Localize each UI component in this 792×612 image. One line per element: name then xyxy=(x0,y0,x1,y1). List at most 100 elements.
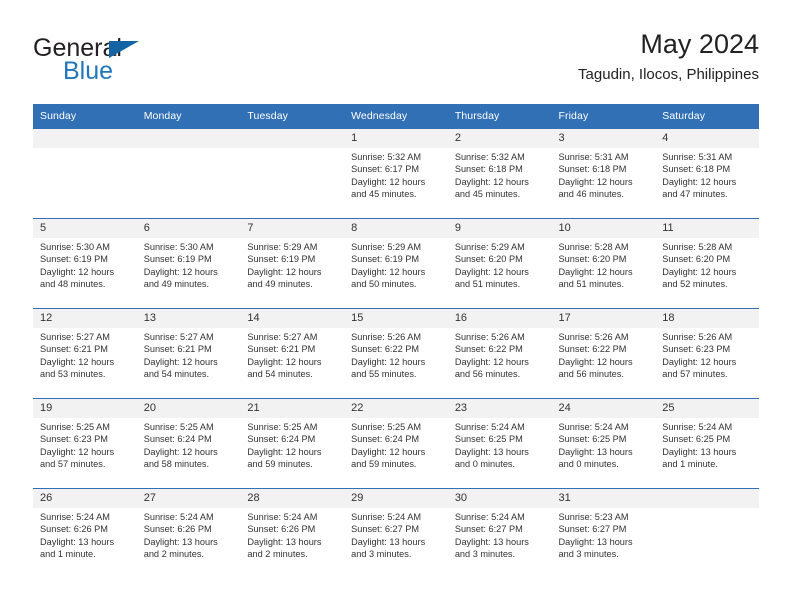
daylight-text-line2: and 58 minutes. xyxy=(143,458,210,469)
daylight-text-line1: Daylight: 12 hours xyxy=(558,266,633,277)
day-details: Sunrise: 5:29 AM Sunset: 6:19 PM Dayligh… xyxy=(240,238,344,290)
general-blue-logo[interactable]: General Blue xyxy=(33,34,293,92)
page-header: General Blue May 2024 Tagudin, Ilocos, P… xyxy=(33,28,759,100)
calendar-day-cell[interactable]: 21 Sunrise: 5:25 AM Sunset: 6:24 PM Dayl… xyxy=(240,398,345,489)
daylight-text-line1: Daylight: 12 hours xyxy=(351,266,426,277)
daylight-text-line1: Daylight: 13 hours xyxy=(558,536,633,547)
calendar-day-cell[interactable]: 8 Sunrise: 5:29 AM Sunset: 6:19 PM Dayli… xyxy=(344,218,448,309)
sunrise-text: Sunrise: 5:26 AM xyxy=(558,332,629,342)
calendar-day-cell[interactable]: 17 Sunrise: 5:26 AM Sunset: 6:22 PM Dayl… xyxy=(551,308,656,399)
day-number: 28 xyxy=(240,489,345,508)
sunset-text: Sunset: 6:18 PM xyxy=(558,164,627,175)
daylight-text-line1: Daylight: 12 hours xyxy=(454,176,529,187)
sunrise-text: Sunrise: 5:26 AM xyxy=(454,332,525,342)
calendar-day-cell[interactable]: 14 Sunrise: 5:27 AM Sunset: 6:21 PM Dayl… xyxy=(240,308,345,399)
calendar-day-cell[interactable] xyxy=(33,128,137,219)
sunrise-text: Sunrise: 5:31 AM xyxy=(558,152,629,162)
calendar-day-cell[interactable]: 23 Sunrise: 5:24 AM Sunset: 6:25 PM Dayl… xyxy=(447,398,552,489)
calendar-day-cell[interactable]: 2 Sunrise: 5:32 AM Sunset: 6:18 PM Dayli… xyxy=(447,128,552,219)
calendar-day-cell[interactable]: 3 Sunrise: 5:31 AM Sunset: 6:18 PM Dayli… xyxy=(551,128,656,219)
calendar-day-cell[interactable]: 24 Sunrise: 5:24 AM Sunset: 6:25 PM Dayl… xyxy=(551,398,656,489)
calendar-day-cell[interactable] xyxy=(655,488,759,578)
logo-text-blue: Blue xyxy=(63,57,114,85)
day-number: 12 xyxy=(33,309,137,328)
day-number: 13 xyxy=(136,309,241,328)
day-details: Sunrise: 5:28 AM Sunset: 6:20 PM Dayligh… xyxy=(552,238,656,290)
day-number: 19 xyxy=(33,399,137,418)
calendar-day-cell[interactable]: 6 Sunrise: 5:30 AM Sunset: 6:19 PM Dayli… xyxy=(136,218,241,309)
daylight-text-line1: Daylight: 13 hours xyxy=(40,536,115,547)
daylight-text-line1: Daylight: 12 hours xyxy=(351,356,426,367)
calendar-day-cell[interactable]: 28 Sunrise: 5:24 AM Sunset: 6:26 PM Dayl… xyxy=(240,488,345,578)
sunrise-text: Sunrise: 5:24 AM xyxy=(662,422,733,432)
calendar-day-cell[interactable]: 29 Sunrise: 5:24 AM Sunset: 6:27 PM Dayl… xyxy=(344,488,448,578)
calendar-day-cell[interactable]: 4 Sunrise: 5:31 AM Sunset: 6:18 PM Dayli… xyxy=(655,128,759,219)
day-details: Sunrise: 5:25 AM Sunset: 6:24 PM Dayligh… xyxy=(240,418,344,470)
daylight-text-line2: and 3 minutes. xyxy=(454,548,516,559)
daylight-text-line1: Daylight: 12 hours xyxy=(558,176,633,187)
sunrise-text: Sunrise: 5:24 AM xyxy=(40,512,110,522)
calendar-day-cell[interactable]: 19 Sunrise: 5:25 AM Sunset: 6:23 PM Dayl… xyxy=(33,398,137,489)
calendar-day-cell[interactable]: 22 Sunrise: 5:25 AM Sunset: 6:24 PM Dayl… xyxy=(344,398,448,489)
day-details: Sunrise: 5:30 AM Sunset: 6:19 PM Dayligh… xyxy=(137,238,241,290)
day-number: 1 xyxy=(344,129,448,148)
daylight-text-line1: Daylight: 12 hours xyxy=(247,266,322,277)
calendar-day-cell[interactable]: 15 Sunrise: 5:26 AM Sunset: 6:22 PM Dayl… xyxy=(344,308,448,399)
sunset-text: Sunset: 6:27 PM xyxy=(454,524,523,535)
sunset-text: Sunset: 6:25 PM xyxy=(454,434,523,445)
day-number: 26 xyxy=(33,489,137,508)
calendar-day-cell[interactable]: 9 Sunrise: 5:29 AM Sunset: 6:20 PM Dayli… xyxy=(447,218,552,309)
sunrise-text: Sunrise: 5:25 AM xyxy=(247,422,318,432)
daylight-text-line1: Daylight: 12 hours xyxy=(662,176,737,187)
calendar-week-row: 1 Sunrise: 5:32 AM Sunset: 6:17 PM Dayli… xyxy=(33,128,759,219)
calendar-page: General Blue May 2024 Tagudin, Ilocos, P… xyxy=(0,0,792,612)
daylight-text-line2: and 52 minutes. xyxy=(662,278,728,289)
calendar-day-cell[interactable]: 31 Sunrise: 5:23 AM Sunset: 6:27 PM Dayl… xyxy=(551,488,656,578)
calendar-day-cell[interactable]: 11 Sunrise: 5:28 AM Sunset: 6:20 PM Dayl… xyxy=(655,218,759,309)
sunrise-sunset-calendar: Sunday Monday Tuesday Wednesday Thursday… xyxy=(33,104,759,578)
calendar-day-cell[interactable]: 12 Sunrise: 5:27 AM Sunset: 6:21 PM Dayl… xyxy=(33,308,137,399)
day-number: 7 xyxy=(240,219,345,238)
daylight-text-line2: and 53 minutes. xyxy=(40,368,106,379)
calendar-day-cell[interactable]: 27 Sunrise: 5:24 AM Sunset: 6:26 PM Dayl… xyxy=(136,488,241,578)
day-number: 29 xyxy=(344,489,448,508)
day-number: 27 xyxy=(136,489,241,508)
sunset-text: Sunset: 6:21 PM xyxy=(40,344,108,355)
day-number xyxy=(136,129,241,148)
day-number xyxy=(33,129,137,148)
calendar-body: 1 Sunrise: 5:32 AM Sunset: 6:17 PM Dayli… xyxy=(33,128,759,578)
day-details xyxy=(33,148,137,151)
day-details: Sunrise: 5:26 AM Sunset: 6:22 PM Dayligh… xyxy=(552,328,656,380)
day-number: 2 xyxy=(447,129,552,148)
calendar-day-cell[interactable]: 20 Sunrise: 5:25 AM Sunset: 6:24 PM Dayl… xyxy=(136,398,241,489)
daylight-text-line2: and 1 minute. xyxy=(662,458,718,469)
calendar-day-cell[interactable]: 18 Sunrise: 5:26 AM Sunset: 6:23 PM Dayl… xyxy=(655,308,759,399)
day-details: Sunrise: 5:25 AM Sunset: 6:24 PM Dayligh… xyxy=(344,418,448,470)
daylight-text-line2: and 2 minutes. xyxy=(143,548,204,559)
sunrise-text: Sunrise: 5:29 AM xyxy=(454,242,525,252)
calendar-day-cell[interactable]: 7 Sunrise: 5:29 AM Sunset: 6:19 PM Dayli… xyxy=(240,218,345,309)
calendar-day-cell[interactable]: 13 Sunrise: 5:27 AM Sunset: 6:21 PM Dayl… xyxy=(136,308,241,399)
calendar-day-cell[interactable]: 25 Sunrise: 5:24 AM Sunset: 6:25 PM Dayl… xyxy=(655,398,759,489)
sunset-text: Sunset: 6:27 PM xyxy=(351,524,420,535)
day-number: 18 xyxy=(655,309,759,328)
daylight-text-line2: and 56 minutes. xyxy=(558,368,624,379)
day-details: Sunrise: 5:24 AM Sunset: 6:27 PM Dayligh… xyxy=(448,508,552,560)
sunset-text: Sunset: 6:19 PM xyxy=(40,254,108,265)
calendar-day-cell[interactable]: 30 Sunrise: 5:24 AM Sunset: 6:27 PM Dayl… xyxy=(447,488,552,578)
daylight-text-line2: and 49 minutes. xyxy=(143,278,210,289)
sunset-text: Sunset: 6:20 PM xyxy=(662,254,731,265)
calendar-day-cell[interactable]: 16 Sunrise: 5:26 AM Sunset: 6:22 PM Dayl… xyxy=(447,308,552,399)
day-number: 21 xyxy=(240,399,345,418)
calendar-day-cell[interactable] xyxy=(240,128,345,219)
sunset-text: Sunset: 6:21 PM xyxy=(143,344,212,355)
calendar-day-cell[interactable]: 1 Sunrise: 5:32 AM Sunset: 6:17 PM Dayli… xyxy=(344,128,448,219)
sunset-text: Sunset: 6:24 PM xyxy=(143,434,212,445)
calendar-day-cell[interactable]: 10 Sunrise: 5:28 AM Sunset: 6:20 PM Dayl… xyxy=(551,218,656,309)
calendar-day-cell[interactable]: 5 Sunrise: 5:30 AM Sunset: 6:19 PM Dayli… xyxy=(33,218,137,309)
daylight-text-line1: Daylight: 12 hours xyxy=(247,446,322,457)
calendar-day-cell[interactable] xyxy=(136,128,241,219)
daylight-text-line1: Daylight: 12 hours xyxy=(662,356,737,367)
calendar-day-cell[interactable]: 26 Sunrise: 5:24 AM Sunset: 6:26 PM Dayl… xyxy=(33,488,137,578)
sunset-text: Sunset: 6:22 PM xyxy=(351,344,420,355)
